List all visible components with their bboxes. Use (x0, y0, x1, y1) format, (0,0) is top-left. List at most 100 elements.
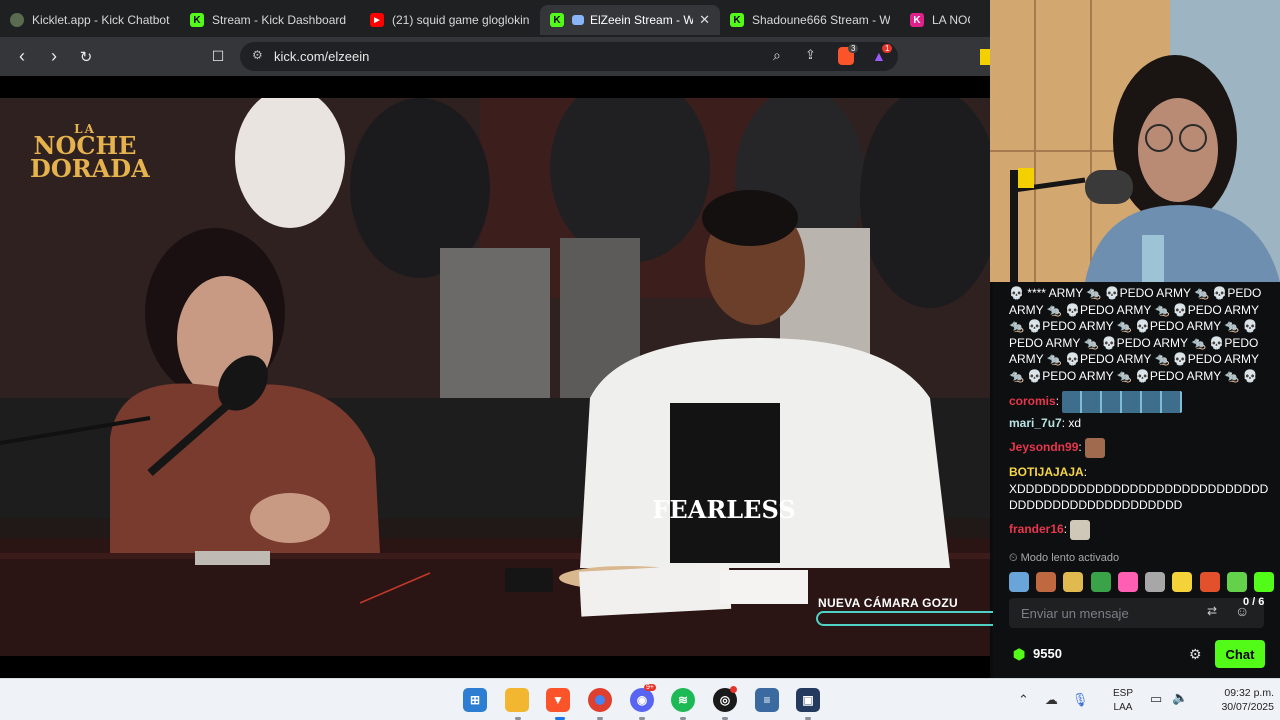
browser-tab-strip: Kicklet.app - Kick Chatbot K Stream - Ki… (0, 0, 990, 37)
kick-icon: K (190, 13, 204, 27)
emote-quick-bar (1009, 572, 1274, 592)
emote-button[interactable] (1090, 572, 1111, 592)
chrome-icon[interactable] (588, 688, 612, 712)
spotify-icon[interactable]: ≋ (671, 688, 695, 712)
webcam-frame (990, 0, 1280, 282)
emote-strip (1062, 391, 1183, 413)
browser-toolbar: ‹ › ↻ ☐ ⚙ kick.com/elzeein ⌕ ⇪ 3 ▲ 1 (0, 37, 990, 76)
system-tray: ⌃ ☁ 🎙 (1018, 687, 1088, 713)
chat-message: BOTIJAJAJA: XDDDDDDDDDDDDDDDDDDDDDDDDDDD… (1009, 465, 1269, 513)
clock-date: 30/07/2025 (1221, 701, 1274, 713)
send-chat-button[interactable]: Chat (1215, 640, 1265, 668)
emote-button[interactable] (1226, 572, 1247, 592)
emote-button[interactable] (1036, 572, 1057, 592)
channel-points[interactable]: ⬢ 9550 (1013, 646, 1062, 661)
tab-title: ElZeein Stream - W (590, 13, 694, 27)
chat-username[interactable]: BOTIJAJAJA (1009, 465, 1084, 479)
rewards-badge: 1 (882, 44, 893, 53)
window-icon (572, 15, 584, 25)
clock-time: 09:32 p.m. (1224, 687, 1274, 699)
emote-button[interactable] (1145, 572, 1166, 592)
emote-button[interactable] (1009, 572, 1029, 592)
tab-title: Shadoune666 Stream - Wa (752, 13, 890, 27)
windows-taskbar: ⊞ ▼ ◉ 9+ ≋ ◎ ≡ ▣ ⌃ ☁ 🎙 ESP LAA ▭ 🔈 09:32… (0, 678, 1280, 720)
cat-emote-image (1070, 520, 1091, 540)
message-text: 💀 **** ARMY 🐀 💀PEDO ARMY 🐀 💀PEDO ARMY 🐀 … (1009, 286, 1262, 383)
chevron-up-icon[interactable]: ⌃ (1018, 692, 1029, 708)
language-code: ESP (1112, 688, 1133, 699)
reload-button[interactable]: ↻ (72, 43, 100, 71)
file-explorer-icon[interactable] (505, 688, 529, 712)
chat-message-input[interactable] (1021, 604, 1201, 622)
logo-line-3: DORADA (30, 154, 150, 184)
bookmark-icon[interactable]: ☐ (204, 43, 232, 71)
site-settings-icon[interactable]: ⚙ (252, 48, 263, 62)
emote-button[interactable] (1063, 572, 1084, 592)
microphone-icon[interactable]: 🎙 (1072, 692, 1089, 708)
tab-youtube[interactable]: ▶ (21) squid game gloglokin (360, 5, 540, 35)
emote-button[interactable] (1172, 572, 1193, 592)
slow-mode-text: Modo lento activado (1020, 552, 1120, 564)
emote-button[interactable] (1117, 572, 1138, 592)
tab-title: (21) squid game gloglokin (392, 13, 530, 27)
chat-username[interactable]: frander16 (1009, 522, 1064, 536)
kick-icon: K (730, 13, 744, 27)
tab-kick-dashboard[interactable]: K Stream - Kick Dashboard (180, 5, 360, 35)
points-icon: ⬢ (1013, 645, 1026, 662)
tab-la-noche[interactable]: K LA NOCHE (900, 5, 980, 35)
keyboard-layout: LAA (1113, 702, 1133, 713)
chat-message: mari_7u7: xd (1009, 416, 1082, 430)
slow-mode-icon: ⏲ (1009, 552, 1021, 564)
message-text: XDDDDDDDDDDDDDDDDDDDDDDDDDDDDDDDDDDDDDDD… (1009, 481, 1269, 513)
chat-settings-icon[interactable]: ⚙ (1189, 646, 1202, 663)
kick-icon: K (550, 13, 564, 27)
stream-caption: NUEVA CÁMARA GOZU (818, 596, 958, 610)
chat-message: frander16: (1009, 520, 1271, 540)
close-tab-icon[interactable]: ✕ (699, 12, 710, 28)
network-icon[interactable]: ▭ (1150, 691, 1162, 707)
onedrive-icon[interactable]: ☁ (1045, 692, 1058, 708)
points-value: 9550 (1033, 646, 1062, 661)
chat-username[interactable]: mari_7u7 (1009, 416, 1062, 430)
streamer-webcam (990, 0, 1280, 282)
notepad-icon[interactable]: ≡ (755, 688, 779, 712)
discord-icon[interactable]: ◉ (630, 688, 654, 712)
chat-message: coromis: (1009, 391, 1271, 413)
app-icon[interactable]: ▣ (796, 688, 820, 712)
tab-title: Stream - Kick Dashboard (212, 13, 347, 27)
chat-username[interactable]: Jeysondn99 (1009, 440, 1078, 454)
translate-icon[interactable]: ⇄ (1207, 604, 1217, 618)
share-icon[interactable]: ⇪ (805, 47, 816, 63)
url-text: kick.com/elzeein (274, 49, 370, 64)
chat-username[interactable]: coromis (1009, 394, 1056, 408)
input-language[interactable]: ESP LAA (1111, 687, 1135, 715)
chat-panel: 💀 **** ARMY 🐀 💀PEDO ARMY 🐀 💀PEDO ARMY 🐀 … (993, 282, 1280, 678)
windows-start-icon[interactable]: ⊞ (463, 688, 487, 712)
zoom-icon[interactable]: ⌕ (773, 47, 781, 64)
emote-button[interactable] (1199, 572, 1220, 592)
chat-message: 💀 **** ARMY 🐀 💀PEDO ARMY 🐀 💀PEDO ARMY 🐀 … (1009, 285, 1271, 384)
system-clock[interactable]: 09:32 p.m. 30/07/2025 (1196, 686, 1274, 714)
extension-icon[interactable] (980, 49, 990, 65)
volume-icon[interactable]: 🔈 (1172, 690, 1188, 706)
chat-input-box[interactable]: ⇄ ☺ (1009, 598, 1264, 628)
video-player[interactable]: FEARLESS LA NOCHE DORADA (0, 98, 990, 656)
youtube-icon: ▶ (370, 13, 384, 27)
shields-badge: 3 (848, 44, 859, 53)
brave-browser-icon[interactable]: ▼ (546, 688, 570, 712)
tab-title: Kicklet.app - Kick Chatbot (32, 13, 170, 27)
svg-text:FEARLESS: FEARLESS (652, 495, 795, 524)
back-button[interactable]: ‹ (8, 43, 36, 71)
tab-title: LA NOCHE (932, 13, 970, 27)
notification-dot (730, 686, 737, 693)
character-counter: 0 / 6 (1243, 596, 1265, 608)
tab-kicklet[interactable]: Kicklet.app - Kick Chatbot (0, 5, 180, 35)
address-bar[interactable]: ⚙ kick.com/elzeein ⌕ ⇪ 3 ▲ 1 (240, 42, 898, 71)
forward-button[interactable]: › (40, 43, 68, 71)
tab-elzeein[interactable]: K ElZeein Stream - W ✕ (540, 5, 720, 35)
la-noche-dorada-logo: LA NOCHE DORADA (30, 123, 150, 184)
tab-shadoune[interactable]: K Shadoune666 Stream - Wa (720, 5, 900, 35)
emote-button[interactable] (1253, 572, 1274, 592)
twitch-icon: K (910, 13, 924, 27)
chat-message: Jeysondn99: (1009, 438, 1271, 458)
